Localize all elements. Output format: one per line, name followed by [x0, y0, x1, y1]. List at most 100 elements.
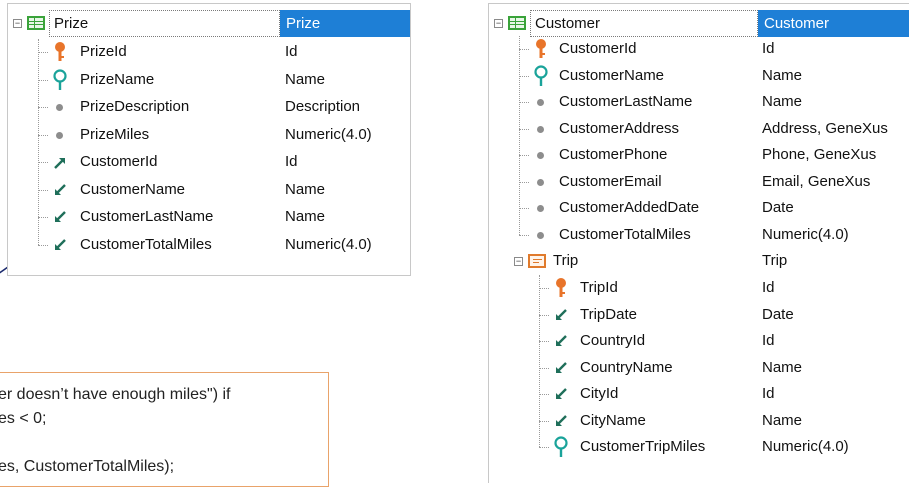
attribute-row[interactable]: CountryName Name: [489, 355, 909, 381]
attribute-type: Name: [762, 358, 803, 376]
trip-level-row[interactable]: − Trip Trip: [489, 248, 909, 274]
attribute-row[interactable]: CustomerName Name: [489, 63, 909, 89]
customer-header: − Customer Customer: [489, 10, 909, 37]
collapse-icon[interactable]: −: [494, 19, 503, 28]
attribute-row[interactable]: CityId Id: [489, 381, 909, 407]
attribute-type: Id: [762, 385, 775, 402]
attribute-row[interactable]: TripId Id: [489, 275, 909, 301]
attribute-dot-icon: [56, 104, 63, 111]
customer-name-cell[interactable]: Customer: [530, 10, 758, 37]
attribute-dot-icon: [537, 152, 544, 159]
attribute-type: Id: [762, 332, 775, 349]
search-key-icon: [533, 64, 549, 87]
attribute-name: CustomerPhone: [559, 146, 668, 163]
attribute-name: CustomerTotalMiles: [559, 225, 691, 243]
level-icon: [528, 254, 546, 268]
attribute-row[interactable]: CustomerPhone Phone, GeneXus: [489, 142, 909, 168]
key-icon: [52, 41, 68, 63]
attribute-type: Numeric(4.0): [285, 125, 372, 143]
attribute-type: Name: [762, 66, 803, 84]
attribute-type: Name: [285, 70, 326, 88]
key-icon: [533, 38, 549, 60]
key-icon: [553, 277, 569, 299]
inferred-icon: [553, 357, 569, 379]
attribute-row[interactable]: PrizeDescription Description: [8, 94, 410, 120]
attribute-dot-icon: [537, 178, 544, 186]
attribute-row[interactable]: CustomerId Id: [489, 36, 909, 62]
table-icon: [508, 16, 526, 30]
attribute-row[interactable]: CountryId Id: [489, 328, 909, 354]
search-key-icon: [52, 68, 68, 91]
inferred-icon: [52, 179, 68, 201]
attribute-name: CustomerTotalMiles: [80, 235, 212, 253]
attribute-row[interactable]: CustomerTotalMiles Numeric(4.0): [489, 222, 909, 248]
attribute-row[interactable]: CustomerLastName Name: [8, 204, 410, 230]
attribute-name: PrizeId: [80, 43, 127, 60]
attribute-row[interactable]: CustomerId Id: [8, 149, 410, 175]
attribute-type: Date: [762, 305, 794, 323]
attribute-name: CustomerName: [80, 180, 186, 198]
attribute-row[interactable]: PrizeMiles Numeric(4.0): [8, 122, 410, 148]
prize-type-cell[interactable]: Prize: [280, 10, 410, 37]
inferred-icon: [52, 234, 68, 256]
level-type: Trip: [762, 252, 788, 269]
attribute-name: CustomerId: [559, 40, 637, 57]
attribute-type: Numeric(4.0): [285, 235, 372, 253]
attribute-name: CustomerTripMiles: [580, 438, 706, 455]
attribute-type: Address, GeneXus: [762, 119, 888, 137]
attribute-type: Id: [285, 153, 298, 170]
attribute-row[interactable]: CustomerAddress Address, GeneXus: [489, 116, 909, 142]
customer-type-cell[interactable]: Customer: [758, 10, 909, 37]
attribute-row[interactable]: TripDate Date: [489, 302, 909, 328]
prize-header: − Prize Prize: [8, 10, 410, 37]
attribute-type: Id: [762, 279, 775, 296]
table-icon: [27, 16, 45, 30]
collapse-icon[interactable]: −: [13, 19, 22, 28]
code-line-2: es < 0;: [0, 410, 47, 427]
attribute-row[interactable]: CustomerTotalMiles Numeric(4.0): [8, 232, 410, 258]
attribute-type: Name: [762, 93, 803, 110]
attribute-row[interactable]: PrizeName Name: [8, 67, 410, 93]
attribute-row[interactable]: CustomerName Name: [8, 177, 410, 203]
attribute-type: Name: [285, 208, 326, 225]
code-line-3: es, CustomerTotalMiles);: [0, 458, 175, 475]
attribute-name: CityId: [580, 385, 619, 402]
attribute-name: CustomerAddress: [559, 119, 680, 137]
prize-transaction-panel: − Prize Prize PrizeId Id PrizeName Name Priz…: [7, 3, 411, 276]
attribute-name: PrizeMiles: [80, 125, 150, 143]
code-line-1: er doesn’t have enough miles") if: [0, 386, 231, 403]
inferred-icon: [553, 383, 569, 405]
attribute-type: Description: [285, 98, 361, 115]
attribute-type: Name: [285, 180, 326, 198]
attribute-type: Numeric(4.0): [762, 438, 849, 455]
attribute-name: CustomerAddedDate: [559, 199, 700, 216]
attribute-row[interactable]: CityName Name: [489, 408, 909, 434]
attribute-row[interactable]: CustomerAddedDate Date: [489, 195, 909, 221]
attribute-row[interactable]: CustomerTripMiles Numeric(4.0): [489, 434, 909, 460]
attribute-name: CityName: [580, 411, 646, 429]
attribute-name: TripDate: [580, 305, 637, 323]
attribute-type: Email, GeneXus: [762, 172, 871, 190]
attribute-dot-icon: [56, 131, 63, 139]
attribute-row[interactable]: CustomerEmail Email, GeneXus: [489, 169, 909, 195]
attribute-name: CustomerLastName: [559, 93, 693, 110]
attribute-type: Id: [762, 40, 775, 57]
inferred-icon: [52, 206, 68, 228]
attribute-row[interactable]: CustomerLastName Name: [489, 89, 909, 115]
inferred-icon: [553, 330, 569, 352]
inferred-icon: [553, 304, 569, 326]
attribute-dot-icon: [537, 125, 544, 133]
attribute-type: Numeric(4.0): [762, 225, 849, 243]
attribute-name: TripId: [580, 279, 618, 296]
attribute-name: CustomerId: [80, 153, 158, 170]
attribute-type: Date: [762, 199, 794, 216]
attribute-name: PrizeName: [80, 70, 155, 88]
attribute-dot-icon: [537, 231, 544, 239]
attribute-row[interactable]: PrizeId Id: [8, 39, 410, 65]
customer-transaction-panel: − Customer Customer CustomerId Id Customer…: [488, 3, 909, 483]
collapse-icon[interactable]: −: [514, 257, 523, 266]
prize-name-cell[interactable]: Prize: [49, 10, 280, 37]
attribute-name: CustomerLastName: [80, 208, 214, 225]
attribute-name: CountryName: [580, 358, 673, 376]
search-key-icon: [553, 436, 569, 458]
